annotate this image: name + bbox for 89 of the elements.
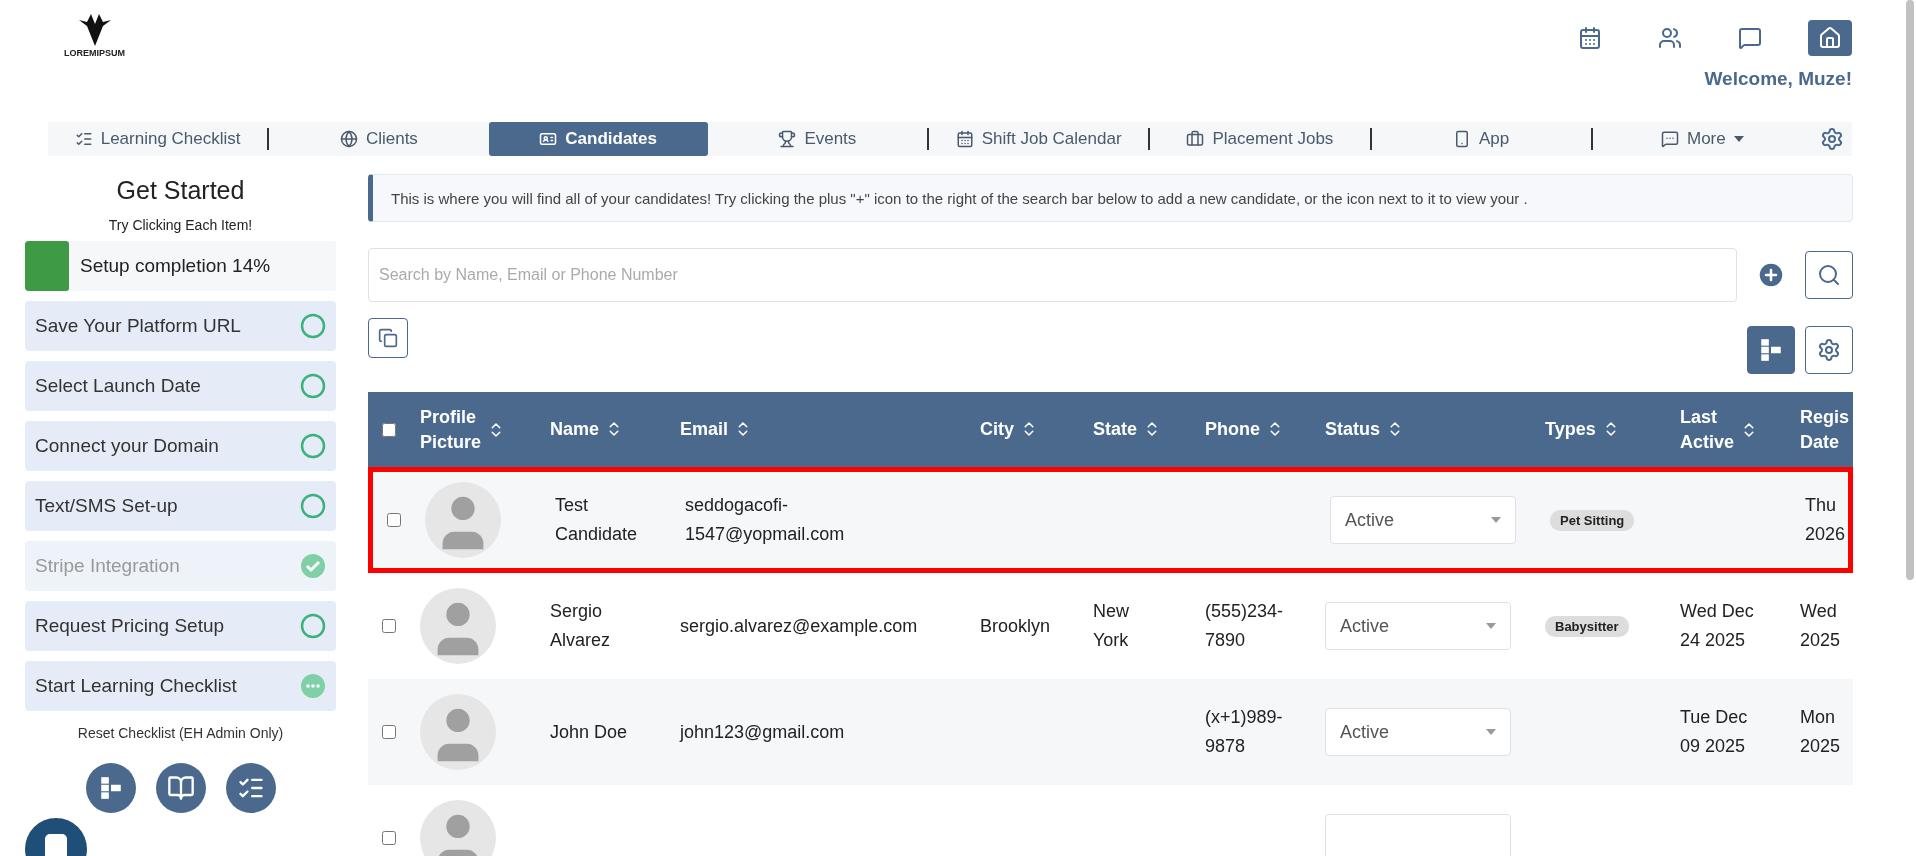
- type-tag: Pet Sitting: [1550, 510, 1635, 531]
- column-header[interactable]: Regis Date: [1800, 405, 1850, 454]
- sitemap-button[interactable]: [85, 763, 136, 813]
- column-header[interactable]: Email: [680, 417, 729, 442]
- checklist-item[interactable]: Select Launch Date: [25, 361, 336, 411]
- phone-cell-text: (x+1)989-9878: [1205, 706, 1284, 758]
- column-header[interactable]: Phone: [1205, 417, 1260, 442]
- nav-tab[interactable]: Learning Checklist: [48, 122, 268, 156]
- name-cell-text: Sergio Alvarez: [550, 600, 612, 652]
- row-checkbox[interactable]: [382, 725, 396, 739]
- row-checkbox[interactable]: [382, 831, 396, 845]
- nav-tab[interactable]: More: [1592, 122, 1812, 156]
- welcome-text: Welcome, Muze!: [1704, 68, 1852, 90]
- book-icon: [166, 774, 195, 802]
- calendar-icon: [955, 130, 974, 148]
- status-select[interactable]: Active: [1330, 496, 1516, 544]
- calendar-icon: [1578, 26, 1602, 50]
- row-checkbox[interactable]: [387, 513, 401, 527]
- id-card-icon: [539, 130, 558, 148]
- globe-icon: [339, 130, 358, 148]
- chat-icon: [1738, 26, 1762, 50]
- sitemap-button[interactable]: [1747, 326, 1795, 374]
- progress-label: Setup completion 14%: [80, 255, 271, 277]
- settings-button[interactable]: [1805, 326, 1853, 374]
- info-banner: This is where you will find all of your candidates! Try clicking the plus "+" icon to the right of the search bar below to add a new candidate, or the icon next to it to view your .: [368, 174, 1853, 222]
- column-header[interactable]: Last Active: [1680, 405, 1735, 454]
- sidebar-subtitle: Try Clicking Each Item!: [108, 217, 253, 233]
- registered-cell-text: Wed 2025: [1800, 600, 1842, 652]
- select-all-checkbox[interactable]: [382, 422, 396, 437]
- checklist-item[interactable]: Start Learning Checklist: [25, 661, 336, 711]
- column-header[interactable]: Types: [1545, 417, 1596, 442]
- sidebar-title: Get Started: [116, 176, 245, 205]
- nav-tab[interactable]: Clients: [269, 122, 489, 156]
- caret-icon: [1486, 623, 1496, 629]
- column-header[interactable]: Status: [1325, 417, 1380, 442]
- copy-icon: [378, 328, 398, 348]
- phone-icon: [1453, 130, 1471, 148]
- sitemap-icon: [1758, 337, 1784, 363]
- last-active-cell-text: Tue Dec 09 2025: [1680, 706, 1749, 758]
- search-icon: [1817, 263, 1841, 287]
- column-header[interactable]: Name: [550, 417, 600, 442]
- row-checkbox[interactable]: [382, 619, 396, 633]
- nav-tab[interactable]: Shift Job Calendar: [929, 122, 1149, 156]
- state-cell-text: New York: [1093, 600, 1130, 652]
- email-cell-text: seddogacofi-1547@yopmail.com: [685, 494, 846, 546]
- phone-cell-text: (555)234-7890: [1205, 600, 1285, 652]
- copy-button[interactable]: [368, 318, 408, 358]
- name-cell-text: Test Candidate: [555, 494, 639, 546]
- home-icon: [1818, 26, 1842, 50]
- users-icon: [1658, 26, 1682, 50]
- briefcase-icon: [1186, 130, 1205, 148]
- email-cell-text: sergio.alvarez@example.com: [680, 614, 918, 638]
- checklist-item[interactable]: Text/SMS Set-up: [25, 481, 336, 531]
- name-cell-text: John Doe: [550, 720, 628, 744]
- column-header[interactable]: City: [980, 417, 1014, 442]
- chat-launcher-icon: [45, 834, 67, 856]
- chat-dots-icon: [1661, 130, 1679, 148]
- last-active-cell-text: Wed Dec 24 2025: [1680, 600, 1755, 652]
- book-button[interactable]: [155, 763, 206, 813]
- registered-cell-text: Thu 2026: [1805, 494, 1847, 546]
- email-cell-text: john123@gmail.com: [680, 720, 845, 744]
- trophy-icon: [778, 130, 797, 148]
- search-button[interactable]: [1805, 251, 1853, 299]
- caret-icon: [1486, 729, 1496, 735]
- nav-tab[interactable]: Events: [707, 122, 927, 156]
- nav-tab[interactable]: App: [1371, 122, 1591, 156]
- registered-cell-text: Mon 2025: [1800, 706, 1842, 758]
- scrollbar-thumb[interactable]: [1906, 0, 1914, 580]
- checklist-item[interactable]: Save Your Platform URL: [25, 301, 336, 351]
- column-header[interactable]: State: [1093, 417, 1137, 442]
- settings-icon: [1817, 338, 1841, 362]
- checklist-item[interactable]: Request Pricing Setup: [25, 601, 336, 651]
- caret-icon: [1491, 517, 1501, 523]
- logo-text: LOREMIPSUM: [64, 48, 125, 58]
- reset-checklist-link[interactable]: Reset Checklist (EH Admin Only): [77, 725, 284, 741]
- nav-tab[interactable]: Candidates: [488, 122, 708, 156]
- city-cell-text: Brooklyn: [980, 614, 1051, 638]
- checklist-icon: [74, 130, 93, 148]
- status-select[interactable]: Active: [1325, 602, 1511, 650]
- status-select[interactable]: Active: [1325, 708, 1511, 756]
- checklist-button[interactable]: [225, 763, 276, 813]
- home-button[interactable]: [1808, 20, 1852, 56]
- column-header[interactable]: Profile Picture: [420, 405, 482, 454]
- type-tag: Babysitter: [1545, 616, 1629, 637]
- checklist-item[interactable]: Connect your Domain: [25, 421, 336, 471]
- settings-icon: [1820, 127, 1844, 151]
- search-field[interactable]: Search by Name, Email or Phone Number: [368, 248, 1737, 302]
- nav-tab[interactable]: Placement Jobs: [1150, 122, 1370, 156]
- plus-icon: [1756, 260, 1786, 290]
